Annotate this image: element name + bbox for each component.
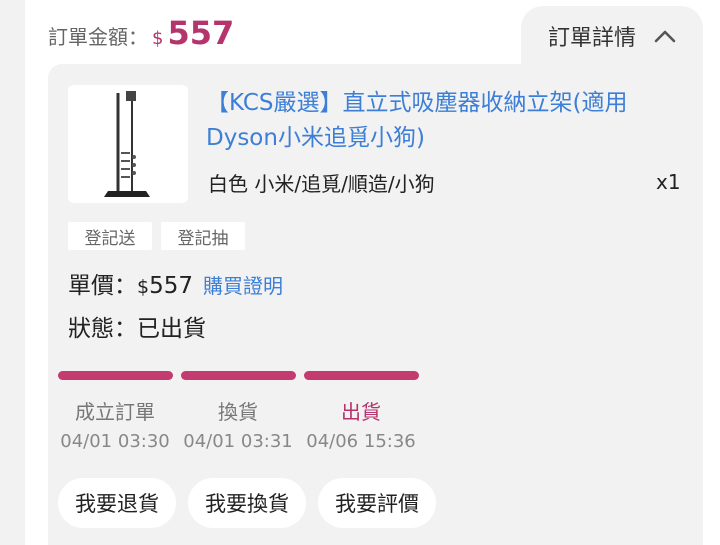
unit-price-currency: $ (137, 276, 150, 298)
purchase-proof-link[interactable]: 購買證明 (203, 270, 283, 299)
progress-bar-step-1 (58, 371, 173, 380)
product-image[interactable] (68, 85, 188, 203)
progress-step-time: 04/01 03:30 (60, 431, 170, 452)
unit-price-row: 單價： $ 557 購買證明 (68, 266, 283, 300)
order-detail-label: 訂單詳情 (547, 26, 636, 51)
product-title-link[interactable]: 【KCS嚴選】直立式吸塵器收納立架(適用Dyson小米追覓小狗) (206, 86, 676, 156)
product-variant: 白色 小米/追覓/順造/小狗 (208, 172, 435, 196)
promo-tag: 登記送 (68, 222, 152, 250)
promo-tag: 登記抽 (161, 222, 245, 250)
progress-step-name: 成立訂單 (75, 400, 155, 424)
status-label: 狀態： (68, 316, 137, 342)
order-detail-toggle[interactable]: 訂單詳情 (521, 6, 703, 66)
status-row: 狀態： 已出貨 (68, 309, 206, 343)
unit-price-label: 單價： (68, 273, 137, 299)
progress-step-name: 換貨 (218, 400, 258, 424)
order-amount-value: 557 (167, 14, 235, 52)
order-amount-label: 訂單金額： (48, 25, 148, 49)
exchange-button[interactable]: 我要換貨 (188, 478, 306, 528)
return-button[interactable]: 我要退貨 (58, 478, 176, 528)
vacuum-stand-image (104, 91, 150, 197)
product-quantity: x1 (656, 170, 681, 194)
progress-bar-step-2 (181, 371, 296, 380)
review-button[interactable]: 我要評價 (318, 478, 436, 528)
progress-step-name-current: 出貨 (341, 400, 381, 424)
progress-step-time: 04/01 03:31 (183, 431, 293, 452)
order-amount-currency: $ (152, 28, 164, 49)
order-amount: 訂單金額： $ 557 (48, 14, 234, 52)
unit-price-value: 557 (149, 273, 193, 299)
progress-step-time: 04/06 15:36 (306, 431, 416, 452)
progress-bar-step-3 (304, 371, 419, 380)
chevron-up-icon (654, 29, 676, 43)
status-value: 已出貨 (137, 316, 206, 342)
